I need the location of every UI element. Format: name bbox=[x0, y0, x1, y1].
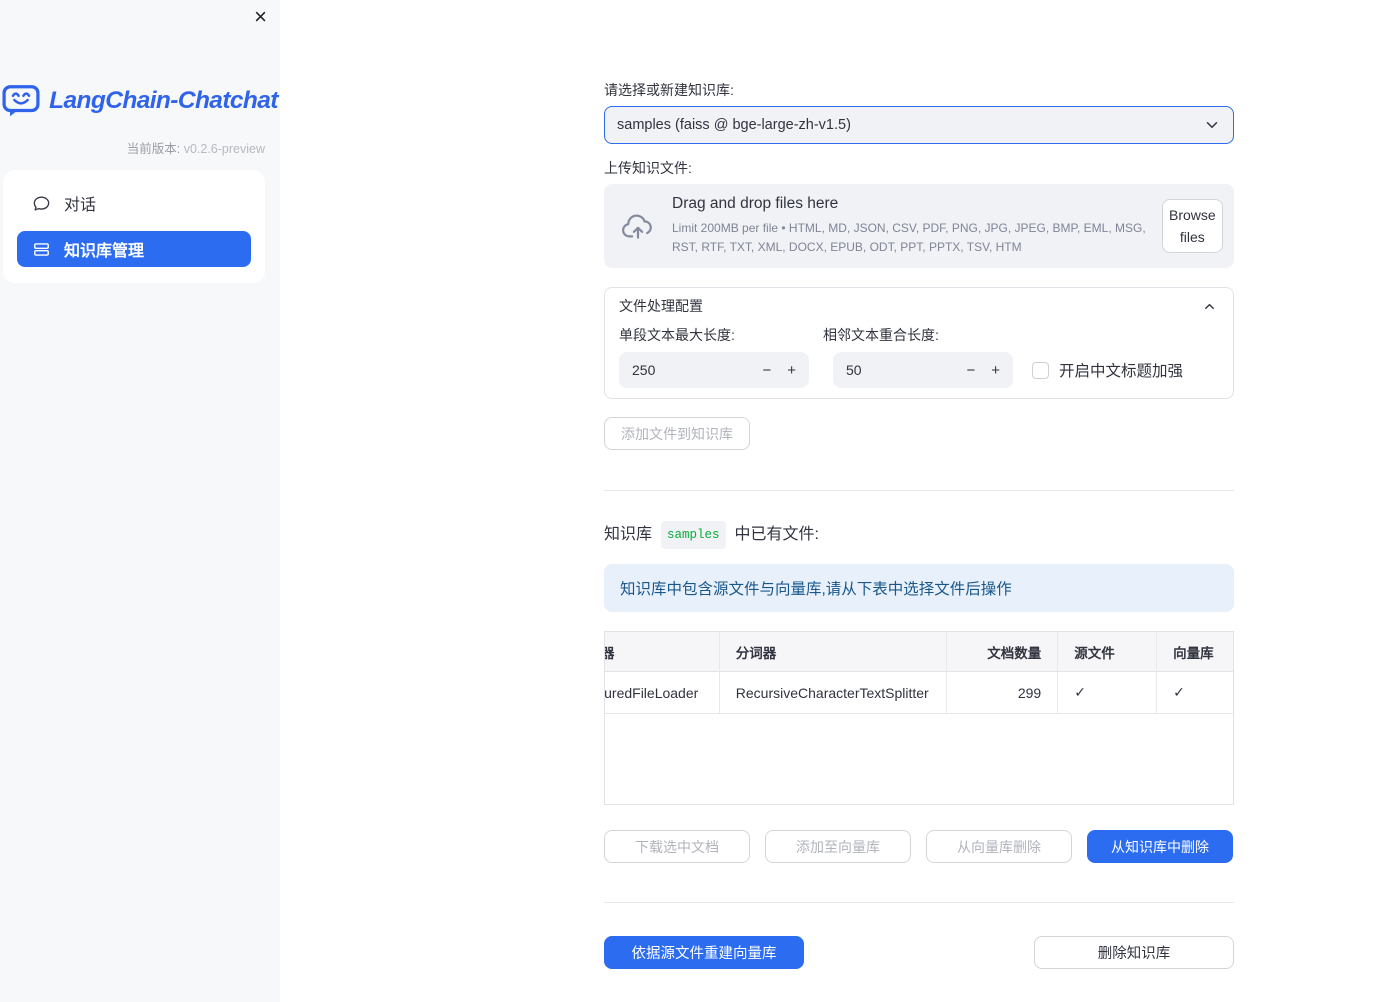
kb-select-value: samples (faiss @ bge-large-zh-v1.5) bbox=[617, 117, 851, 133]
file-action-buttons: 下载选中文档 添加至向量库 从向量库删除 从知识库中删除 bbox=[604, 830, 1234, 863]
upload-cloud-icon bbox=[620, 211, 656, 241]
chunk-size-input[interactable]: 250 − + bbox=[619, 352, 809, 388]
kb-files-suffix: 中已有文件: bbox=[734, 526, 819, 543]
divider bbox=[604, 902, 1234, 903]
cell-doc-count[interactable]: 299 bbox=[947, 672, 1059, 713]
add-to-vector-store-button[interactable]: 添加至向量库 bbox=[765, 830, 911, 863]
upload-label: 上传知识文件: bbox=[604, 160, 692, 176]
table-row: UnstructuredFileLoader RecursiveCharacte… bbox=[605, 672, 1233, 714]
overlap-size-input[interactable]: 50 − + bbox=[833, 352, 1013, 388]
cell-splitter[interactable]: RecursiveCharacterTextSplitter bbox=[720, 672, 948, 713]
sidebar-item-knowledge-base[interactable]: 知识库管理 bbox=[17, 231, 251, 267]
knowledge-base-icon bbox=[32, 240, 51, 259]
browse-files-button[interactable]: Browse files bbox=[1162, 198, 1223, 254]
dropzone-text: Drag and drop files here Limit 200MB per… bbox=[672, 195, 1146, 256]
info-alert-text: 知识库中包含源文件与向量库,请从下表中选择文件后操作 bbox=[620, 581, 1012, 598]
zh-title-enhance-label: 开启中文标题加强 bbox=[1059, 363, 1184, 380]
zh-title-enhance-option: 开启中文标题加强 bbox=[1032, 359, 1183, 381]
kb-action-buttons: 依据源文件重建向量库 删除知识库 bbox=[604, 936, 1234, 969]
sidebar: × LangChain-Chatchat 当前版本: v0.2.6-previe… bbox=[0, 0, 280, 1002]
close-sidebar-button[interactable]: × bbox=[254, 3, 267, 31]
delete-kb-button[interactable]: 删除知识库 bbox=[1034, 936, 1234, 969]
sidebar-item-label: 对话 bbox=[64, 197, 97, 214]
kb-select[interactable]: samples (faiss @ bge-large-zh-v1.5) bbox=[604, 106, 1234, 144]
chunk-size-label: 单段文本最大长度: bbox=[619, 327, 735, 343]
step-down-button[interactable]: − bbox=[958, 362, 983, 379]
file-config-expander: 文件处理配置 单段文本最大长度: 相邻文本重合长度: 250 − + 50 − … bbox=[604, 287, 1234, 399]
expander-title: 文件处理配置 bbox=[619, 298, 703, 314]
cell-source-file-check[interactable]: ✓ bbox=[1058, 672, 1158, 713]
delete-from-kb-button[interactable]: 从知识库中删除 bbox=[1087, 830, 1233, 863]
rebuild-vector-store-button[interactable]: 依据源文件重建向量库 bbox=[604, 936, 804, 969]
cell-loader[interactable]: UnstructuredFileLoader bbox=[605, 672, 720, 713]
step-up-button[interactable]: + bbox=[779, 362, 796, 379]
delete-from-vector-store-button[interactable]: 从向量库删除 bbox=[926, 830, 1072, 863]
table-header-row: 文档加载器 分词器 文档数量 源文件 向量库 bbox=[605, 632, 1233, 672]
cell-vector-store-check[interactable]: ✓ bbox=[1157, 672, 1233, 713]
app-logo: LangChain-Chatchat bbox=[0, 84, 280, 118]
expander-header[interactable]: 文件处理配置 bbox=[619, 298, 1217, 315]
column-header-loader[interactable]: 文档加载器 bbox=[605, 632, 720, 671]
column-header-source-file[interactable]: 源文件 bbox=[1058, 632, 1158, 671]
kb-files-prefix: 知识库 bbox=[604, 526, 653, 543]
kb-select-label: 请选择或新建知识库: bbox=[604, 82, 734, 98]
column-header-doc-count[interactable]: 文档数量 bbox=[947, 632, 1059, 671]
info-alert: 知识库中包含源文件与向量库,请从下表中选择文件后操作 bbox=[604, 564, 1234, 612]
zh-title-enhance-checkbox[interactable] bbox=[1032, 361, 1049, 379]
version-label: 当前版本: bbox=[126, 142, 181, 156]
sidebar-item-label: 知识库管理 bbox=[64, 243, 145, 260]
app-title: LangChain-Chatchat bbox=[49, 87, 278, 114]
step-up-button[interactable]: + bbox=[983, 362, 1000, 379]
chunk-size-value: 250 bbox=[632, 362, 656, 378]
divider bbox=[604, 490, 1234, 491]
step-down-button[interactable]: − bbox=[754, 362, 779, 379]
chevron-up-icon bbox=[1202, 299, 1217, 314]
chevron-down-icon bbox=[1203, 116, 1221, 134]
column-header-splitter[interactable]: 分词器 bbox=[720, 632, 948, 671]
dropzone-limit: Limit 200MB per file • HTML, MD, JSON, C… bbox=[672, 221, 1146, 254]
version-value: v0.2.6-preview bbox=[183, 142, 265, 156]
chat-bubble-logo-icon bbox=[2, 84, 40, 118]
add-files-to-kb-button[interactable]: 添加文件到知识库 bbox=[604, 417, 750, 450]
version-text: 当前版本: v0.2.6-preview bbox=[127, 138, 265, 157]
chat-bubble-icon bbox=[32, 194, 51, 213]
file-dropzone[interactable]: Drag and drop files here Limit 200MB per… bbox=[604, 184, 1234, 268]
column-header-vector-store[interactable]: 向量库 bbox=[1157, 632, 1233, 671]
kb-files-heading: 知识库 samples 中已有文件: bbox=[604, 521, 1234, 549]
download-selected-button[interactable]: 下载选中文档 bbox=[604, 830, 750, 863]
overlap-size-value: 50 bbox=[846, 362, 862, 378]
kb-name-code: samples bbox=[661, 521, 726, 549]
overlap-size-label: 相邻文本重合长度: bbox=[823, 327, 939, 343]
dropzone-title: Drag and drop files here bbox=[672, 195, 839, 213]
sidebar-nav: 对话 知识库管理 bbox=[3, 170, 265, 283]
main-content: 请选择或新建知识库: samples (faiss @ bge-large-zh… bbox=[604, 0, 1234, 969]
kb-files-table: 文档加载器 分词器 文档数量 源文件 向量库 UnstructuredFileL… bbox=[604, 631, 1234, 805]
close-icon: × bbox=[254, 4, 267, 29]
sidebar-item-dialogue[interactable]: 对话 bbox=[17, 186, 251, 220]
